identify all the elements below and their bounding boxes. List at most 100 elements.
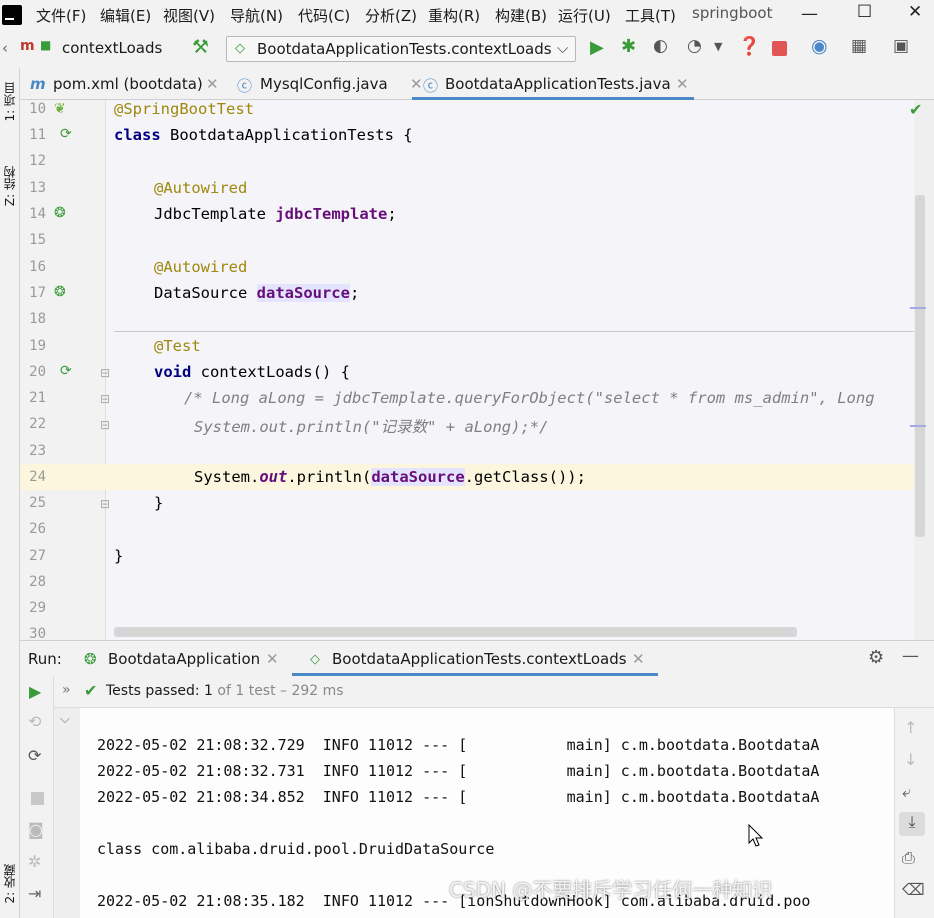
run-icon[interactable]: ▶ <box>590 37 604 58</box>
code-line-25: } <box>154 494 164 512</box>
menu-bar: 文件(F) 编辑(E) 视图(V) 导航(N) 代码(C) 分析(Z) 重构(R… <box>0 0 934 30</box>
line-number: 10 <box>29 101 46 117</box>
code-line-13: @Autowired <box>154 179 248 197</box>
test-status-bar: » ✔ Tests passed: 1 of 1 test – 292 ms <box>54 676 934 708</box>
settings-gear-icon[interactable]: ✲ <box>28 852 41 871</box>
build-hammer-icon[interactable]: ⚒ <box>192 36 209 58</box>
run-tab-contextloads[interactable]: BootdataApplicationTests.contextLoads <box>332 650 627 668</box>
run-configuration-select[interactable]: ◇ BootdataApplicationTests.contextLoads … <box>226 36 576 62</box>
fold-icon[interactable]: ⊟ <box>100 418 110 432</box>
breadcrumb-method[interactable]: contextLoads <box>62 39 162 57</box>
coverage-icon[interactable]: ◐ <box>653 36 668 56</box>
clear-all-icon[interactable]: ⌫ <box>902 880 925 899</box>
close-tab-icon[interactable]: ✕ <box>632 650 645 668</box>
run-panel-title: Run: <box>28 650 62 668</box>
line-number: 25 <box>29 495 46 511</box>
intellij-logo-icon <box>2 5 22 25</box>
lock-icon: ■ <box>40 38 52 52</box>
spring-bean-icon[interactable]: ❂ <box>54 205 66 221</box>
menu-edit[interactable]: 编辑(E) <box>100 5 151 26</box>
spring-boot-icon: ❦ <box>54 101 66 117</box>
run-test-class-icon[interactable]: ⟳ <box>60 126 72 142</box>
fold-icon[interactable]: ⊟ <box>100 497 110 511</box>
menu-analyze[interactable]: 分析(Z) <box>365 5 417 26</box>
menu-refactor[interactable]: 重构(R) <box>428 5 480 26</box>
code-line-22: System.out.println("记录数" + aLong);*/ <box>194 418 549 436</box>
menu-navigate[interactable]: 导航(N) <box>230 5 283 26</box>
maven-icon: m <box>30 75 46 93</box>
more-run-chevron-icon[interactable]: ▼ <box>714 40 722 53</box>
fold-icon[interactable]: ⊟ <box>100 366 110 380</box>
keyword: void <box>154 363 192 381</box>
code-text: .println( <box>287 468 372 486</box>
mouse-cursor-icon <box>748 824 764 847</box>
run-tab-bootdata-application[interactable]: BootdataApplication <box>108 650 260 668</box>
code-text: BootdataApplicationTests { <box>160 126 413 144</box>
editor-scroll-thumb[interactable] <box>915 195 925 537</box>
line-number: 19 <box>29 338 46 354</box>
hide-panel-icon[interactable]: — <box>902 646 919 666</box>
run-test-method-icon[interactable]: ⟳ <box>60 363 72 379</box>
profile-icon[interactable]: ◔ <box>687 36 702 56</box>
help-update-icon[interactable]: ❓ <box>738 36 760 57</box>
camera-icon[interactable]: ◙ <box>28 820 44 839</box>
line-number: 23 <box>29 443 46 459</box>
close-tab-icon[interactable]: ✕ <box>266 650 279 668</box>
code-text: .getClass()); <box>464 468 586 486</box>
close-tab-icon[interactable]: ✕ <box>206 75 219 93</box>
line-number: 14 <box>29 206 46 222</box>
soft-wrap-icon[interactable]: ⤶ <box>902 782 911 802</box>
scroll-to-end-icon[interactable]: ⤓ <box>899 812 925 836</box>
stop-run-icon[interactable] <box>31 792 44 805</box>
arrow-up-icon[interactable]: ↑ <box>904 718 917 737</box>
rerun-failed-icon[interactable]: ⟲ <box>28 712 41 731</box>
menu-view[interactable]: 视图(V) <box>163 5 215 26</box>
debug-icon[interactable]: ✱ <box>621 36 636 57</box>
console-line: 2022-05-02 21:08:32.729 INFO 11012 --- [… <box>97 736 820 754</box>
code-line-19: @Test <box>154 337 201 355</box>
menu-file[interactable]: 文件(F) <box>36 5 86 26</box>
toggle-autotest-icon[interactable]: ⟳ <box>28 746 41 765</box>
run-panel-toolbar: ▶ ⟲ ⟳ ◙ ✲ ⇥ <box>20 676 54 918</box>
stop-icon[interactable] <box>772 41 787 56</box>
rerun-icon[interactable]: ▶ <box>29 682 41 701</box>
menu-code[interactable]: 代码(C) <box>298 5 350 26</box>
print-icon[interactable]: ⎙ <box>902 848 915 868</box>
tab-mysqlconfig[interactable]: MysqlConfig.java <box>260 75 388 93</box>
fold-icon[interactable]: ⊟ <box>100 392 110 406</box>
inspection-ok-icon[interactable]: ✔ <box>909 100 922 119</box>
line-number: 28 <box>29 574 46 590</box>
project-structure-icon[interactable]: ▦ <box>851 36 867 56</box>
static-field: out <box>259 468 288 486</box>
editor-horizontal-scroll-thumb[interactable] <box>114 627 797 637</box>
exit-icon[interactable]: ⇥ <box>28 884 41 903</box>
editor-tab-bar: m pom.xml (bootdata) ✕ ⓒ MysqlConfig.jav… <box>20 68 934 100</box>
maximize-icon[interactable]: ☐ <box>857 2 872 22</box>
collapse-chevron-icon[interactable]: ⌵ <box>60 712 70 727</box>
structure-tool-tab[interactable]: Z: 结构 <box>1 166 18 206</box>
expand-icon[interactable]: » <box>62 682 71 698</box>
code-text: System. <box>194 468 260 486</box>
gear-icon[interactable]: ⚙ <box>868 647 884 668</box>
field-name: dataSource <box>256 284 350 302</box>
close-tab-icon[interactable]: ✕ <box>410 75 423 93</box>
favorites-tool-tab[interactable]: 2: 收藏 <box>1 864 18 904</box>
spring-bean-icon[interactable]: ❂ <box>54 284 66 300</box>
arrow-down-icon[interactable]: ↓ <box>904 750 917 769</box>
minimize-icon[interactable]: — <box>801 4 818 24</box>
terminal-icon[interactable]: ▣ <box>893 36 909 56</box>
tab-bootdata-tests[interactable]: BootdataApplicationTests.java <box>445 75 671 93</box>
line-number: 22 <box>29 416 46 432</box>
code-line-17: DataSource dataSource; <box>154 284 359 302</box>
toolbar: ‹ m ■ contextLoads ⚒ ◇ BootdataApplicati… <box>0 30 934 68</box>
menu-tools[interactable]: 工具(T) <box>625 5 676 26</box>
tab-pom-xml[interactable]: pom.xml (bootdata) <box>53 75 203 93</box>
chevron-left-icon[interactable]: ‹ <box>2 39 8 57</box>
search-everywhere-icon[interactable]: ◉ <box>811 35 828 57</box>
code-text: ; <box>387 205 397 223</box>
menu-run[interactable]: 运行(U) <box>558 5 611 26</box>
menu-build[interactable]: 构建(B) <box>495 5 547 26</box>
close-tab-icon[interactable]: ✕ <box>676 75 689 93</box>
close-window-icon[interactable]: ✕ <box>908 2 922 22</box>
project-tool-tab[interactable]: 1: 项目 <box>1 82 18 122</box>
